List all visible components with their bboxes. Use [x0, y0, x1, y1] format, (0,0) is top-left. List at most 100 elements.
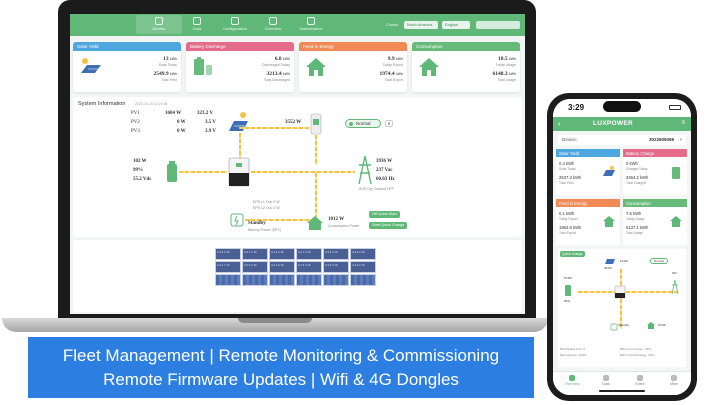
home-icon [670, 216, 682, 227]
pv1-power: 1604 W [165, 111, 182, 116]
mode-count: 0 [385, 120, 394, 127]
solar-total-label: Total Yield [161, 78, 177, 82]
pv3-power: 0 W [177, 129, 186, 134]
pv-to-inverter-line [239, 127, 309, 129]
nav-maintenance[interactable]: Maintenance [288, 17, 334, 31]
battery-total-value: 3213.4 kWh [266, 71, 291, 77]
quick-start-button[interactable]: Off Quick Start [369, 211, 400, 218]
flow-line [578, 291, 678, 293]
battery-total-label: Total Discharged [263, 78, 290, 82]
card-label: Today Export [559, 217, 578, 221]
mode-status-toggle[interactable]: Normal [345, 119, 381, 128]
banner-line-1: Fleet Management | Remote Monitoring & C… [62, 346, 500, 365]
eps-status: Standby [618, 323, 630, 327]
card-title: Solar Yield [556, 149, 620, 157]
configuration-icon [231, 17, 239, 25]
panel-cell[interactable]: 4.2 1.0 10 [296, 248, 322, 260]
consumption-today-value: 18.5 kWh [498, 56, 516, 62]
phone-mode-toggle[interactable]: Normal [650, 258, 668, 264]
data-icon [193, 17, 201, 25]
cluster-select[interactable]: North America [404, 21, 438, 29]
phone-app-bar: ‹ LUXPOWER ≡ [553, 117, 691, 131]
tab-overview[interactable]: Overview [555, 375, 589, 386]
pv2-power: 0 W [177, 120, 186, 125]
user-menu[interactable] [476, 21, 520, 29]
panel-cell[interactable]: 4.1 3.4 10 [269, 248, 295, 260]
solar-today-label: Solar Today [158, 63, 177, 67]
consumption-card: Consumption 18.5 kWh Today Usage 6148.3 … [412, 42, 520, 92]
panel-cell[interactable]: 4.4 1.7 10 [215, 261, 241, 273]
card-value: 0.1 kWh [559, 211, 575, 216]
eps-l2: EPS L2 Out: 0 W [253, 206, 280, 210]
grid-tower-icon [671, 279, 679, 295]
eps-label: Backup Power (EPS) [248, 228, 281, 232]
pv3-voltage: 3.9 V [205, 129, 217, 134]
app-logo: LUXPOWER [593, 120, 633, 127]
consumption-power: 972W [658, 323, 666, 327]
dynamic-island [603, 101, 641, 112]
panel-cell[interactable]: 4.2 1.0 10 [269, 261, 295, 273]
phone-consumption-card: Consumption 7.5 kWh Today Usage 6137.1 k… [623, 199, 687, 245]
battery-icon [194, 57, 212, 75]
batt-parallel: Batt Parallel Num: 8 [560, 347, 585, 351]
card-title: Solar Yield [73, 42, 181, 51]
panel-cell[interactable]: 4.2 3.4 10 [242, 261, 268, 273]
device-selector[interactable]: Device: 3022605069 ▾ [558, 135, 686, 145]
dongle-line [315, 135, 317, 165]
tab-event[interactable]: Event [623, 375, 657, 386]
card-label: Total Yield [559, 181, 574, 185]
grid-total-value: 1974.4 kWh [379, 71, 404, 77]
system-info-title: System Information [78, 101, 126, 107]
pv-icon [605, 259, 615, 264]
dongle-icon [310, 113, 322, 135]
solar-today-value: 13 kWh [163, 56, 177, 62]
grid-voltage: 237 Vac [376, 168, 393, 173]
pv-total-power: 3552 W [285, 120, 302, 125]
card-label: Solar Today [559, 167, 576, 171]
panel-cell[interactable]: 4.4 3.3 10 [323, 261, 349, 273]
phone-energy-flow: Quick charge 301W 121W Normal 574W 83% 0… [558, 249, 686, 367]
card-label: Total Charged [626, 181, 646, 185]
tab-data[interactable]: Data [589, 375, 623, 386]
panel-cell[interactable]: 4.4 1.7 10 [242, 248, 268, 260]
phone-status-bar: 3:29 [553, 99, 691, 117]
solar-panel [215, 274, 241, 286]
phone-feed-in-card: Feed in Energy 0.1 kWh Today Export 1964… [556, 199, 620, 245]
battery-soc: 99% [133, 168, 143, 173]
chevron-down-icon: ▾ [679, 137, 682, 142]
quick-charge-button[interactable]: Start Quick Charge [369, 222, 408, 229]
consumption-total-value: 6148.3 kWh [492, 71, 517, 77]
panel-cell[interactable]: 4.1 3.4 10 [296, 261, 322, 273]
home-icon [419, 58, 439, 76]
home-indicator [599, 390, 645, 392]
panel-cell[interactable]: 4.2 3.4 10 [215, 248, 241, 260]
battery-icon [565, 285, 571, 296]
card-title: Battery Discharge [186, 42, 294, 51]
battery-power: 102 W [133, 159, 147, 164]
quick-charge-tag[interactable]: Quick charge [560, 251, 585, 257]
bms-limit-charge: BMS Limit Charge: 728 A [620, 347, 652, 351]
phone-battery-card: Battery Charge 0 kWh Charged Today 3464.… [623, 149, 687, 195]
language-select[interactable]: English [442, 21, 470, 29]
card-value: 3464.2 kWh [626, 175, 649, 180]
battery-icon [672, 167, 680, 179]
inverter-to-grid-line [251, 171, 355, 173]
home-icon [647, 322, 655, 329]
back-icon[interactable]: ‹ [558, 119, 561, 128]
laptop-screen: Monitor Data Configuration Overview Main… [70, 14, 525, 314]
data-icon [603, 375, 609, 381]
panel-cell[interactable]: 4.3 3.2 10 [323, 248, 349, 260]
card-title: Feed-in Energy [299, 42, 407, 51]
pv2-row: PV2 [131, 120, 140, 125]
panel-cell[interactable]: 4.4 3.3 10 [350, 248, 376, 260]
menu-icon[interactable]: ≡ [681, 120, 685, 126]
panel-cell[interactable]: 4.3 3.2 10 [350, 261, 376, 273]
eps-l1: EPS L1 Out: 0 W [253, 200, 280, 204]
inverter-to-load-line [315, 173, 317, 217]
consumption-total-label: Total Usage [497, 78, 516, 82]
monitor-icon [155, 17, 163, 25]
solar-panel-icon [603, 166, 615, 176]
overview-icon [269, 17, 277, 25]
tab-mine[interactable]: Mine [657, 375, 691, 386]
panel-layout: 4.2 3.4 10 4.4 1.7 10 4.1 3.4 10 4.2 1.0… [73, 240, 522, 312]
